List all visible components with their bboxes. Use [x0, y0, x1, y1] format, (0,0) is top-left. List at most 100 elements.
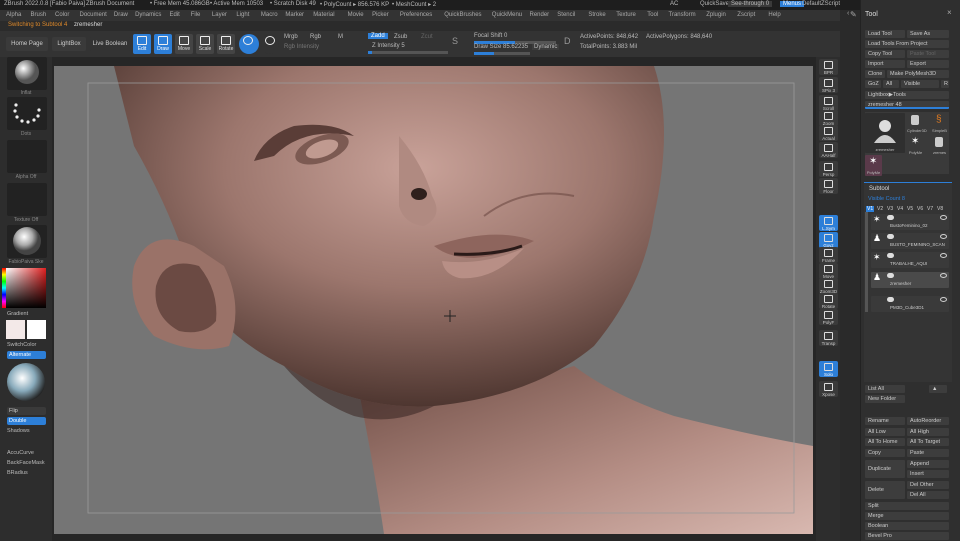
subtool-toggle[interactable] [887, 297, 894, 302]
eye-icon[interactable] [940, 234, 947, 239]
sculptris-pro-button[interactable] [239, 34, 259, 54]
shelf-bpr-button[interactable]: BPR [819, 59, 838, 75]
shelf-gxyz-button[interactable]: Gxyz [819, 232, 838, 248]
shelf-l-sym-button[interactable]: L.Sym [819, 215, 838, 231]
tool-thumb-1[interactable]: Cylinder3D [907, 113, 927, 134]
menu-draw[interactable]: Draw [114, 12, 128, 18]
menu-brush[interactable]: Brush [31, 12, 47, 18]
brush-thumbnail[interactable] [7, 57, 47, 90]
menu-layer[interactable]: Layer [212, 12, 227, 18]
draw-size-slider[interactable]: Draw Size 85.62235 [474, 44, 528, 50]
menu-dynamics[interactable]: Dynamics [135, 12, 161, 18]
copy-subtool-button[interactable]: Copy [865, 449, 905, 457]
tool-thumb-4[interactable]: zremes [931, 135, 948, 156]
goz-r-button[interactable]: R [941, 80, 949, 88]
shelf-actual-button[interactable]: Actual [819, 125, 838, 141]
menu-movie[interactable]: Movie [348, 12, 364, 18]
quicksave-button[interactable]: QuickSave [700, 1, 729, 7]
subtool-toggle[interactable] [887, 215, 894, 220]
menu-quickmenu[interactable]: QuickMenu [492, 12, 522, 18]
version-v6-button[interactable]: V6 [916, 206, 924, 212]
flip-button[interactable]: Flip [7, 407, 46, 415]
menu-tool[interactable]: Tool [647, 12, 658, 18]
menu-file[interactable]: File [191, 12, 201, 18]
rotate-button[interactable]: Rotate [217, 34, 235, 54]
shelf-transp-button[interactable]: Transp [819, 330, 838, 346]
shelf-floor-button[interactable]: Floor [819, 178, 838, 194]
menu-alpha[interactable]: Alpha [6, 12, 21, 18]
shelf-frame-button[interactable]: Frame [819, 247, 838, 263]
import-button[interactable]: Import [865, 60, 905, 68]
version-v8-button[interactable]: V8 [936, 206, 944, 212]
menu-transform[interactable]: Transform [669, 12, 696, 18]
visible-count-slider[interactable]: Visible Count 8 [865, 195, 949, 203]
shelf-zoom-button[interactable]: Zoom [819, 110, 838, 126]
rename-button[interactable]: Rename [865, 417, 905, 425]
tool-thumb-5[interactable]: ✶ PolyMe [865, 155, 882, 176]
menu-help[interactable]: Help [768, 12, 780, 18]
version-v2-button[interactable]: V2 [876, 206, 884, 212]
scale-button[interactable]: Scale [196, 34, 214, 54]
paste-tool-button[interactable]: Paste Tool [907, 50, 949, 58]
all-to-home-button[interactable]: All To Home [865, 438, 905, 446]
zcut-button[interactable]: Zcut [421, 34, 433, 40]
menu-zscript[interactable]: Zscript [737, 12, 755, 18]
all-low-button[interactable]: All Low [865, 428, 905, 436]
menu-picker[interactable]: Picker [372, 12, 389, 18]
color-picker[interactable] [6, 268, 46, 308]
rgb-intensity-slider[interactable]: Rgb Intensity [284, 44, 319, 50]
z-intensity-track[interactable] [368, 51, 448, 54]
goz-button[interactable]: GoZ [865, 80, 881, 88]
split-button[interactable]: Split [865, 502, 949, 510]
secondary-color-swatch[interactable] [27, 320, 46, 339]
list-all-button[interactable]: List All [865, 385, 905, 393]
load-tools-from-project-button[interactable]: Load Tools From Project [865, 40, 949, 48]
double-button[interactable]: Double [7, 417, 46, 425]
del-other-button[interactable]: Del Other [907, 481, 949, 489]
menu-macro[interactable]: Macro [261, 12, 278, 18]
all-to-target-button[interactable]: All To Target [907, 438, 949, 446]
menu-render[interactable]: Render [530, 12, 550, 18]
document-viewport[interactable] [54, 66, 813, 534]
menus-button[interactable]: Menus [780, 1, 805, 7]
hue-strip[interactable] [2, 268, 6, 308]
draw-size-track[interactable] [474, 52, 530, 55]
subtool-toggle[interactable] [887, 273, 894, 278]
shelf-rotate-button[interactable]: Rotate [819, 293, 838, 309]
dynamic-button[interactable]: Dynamic [532, 44, 560, 50]
menu-stencil[interactable]: Stencil [557, 12, 575, 18]
delete-button[interactable]: Delete [865, 481, 905, 499]
eye-icon[interactable] [940, 253, 947, 258]
menu-preferences[interactable]: Preferences [400, 12, 432, 18]
zsub-button[interactable]: Zsub [394, 34, 407, 40]
shelf-zoom3d-button[interactable]: Zoom3D [819, 278, 838, 294]
lightbox-button[interactable]: LightBox [52, 37, 86, 51]
dynamesh-d-icon[interactable]: D [564, 36, 571, 46]
shelf-move-button[interactable]: Move [819, 263, 838, 279]
clone-button[interactable]: Clone [865, 70, 885, 78]
move-button[interactable]: Move [175, 34, 193, 54]
current-tool-thumbnail[interactable]: zremesher [865, 113, 905, 153]
make-polymesh3d-button[interactable]: Make PolyMesh3D [887, 70, 949, 78]
append-button[interactable]: Append [907, 460, 949, 468]
subtool-toggle[interactable] [887, 253, 894, 258]
tool-thumb-3[interactable]: ✶ PolyMe [907, 135, 924, 156]
arrow-up-icon[interactable]: ▲ [929, 385, 947, 393]
eye-icon[interactable] [940, 297, 947, 302]
shelf-xpose-button[interactable]: Xpose [819, 381, 838, 397]
m-button[interactable]: M [338, 34, 343, 40]
shelf-spix-3-button[interactable]: SPix 3 [819, 77, 838, 93]
version-v4-button[interactable]: V4 [896, 206, 904, 212]
duplicate-button[interactable]: Duplicate [865, 460, 905, 478]
accucurve-button[interactable]: AccuCurve [7, 450, 34, 456]
menu-marker[interactable]: Marker [285, 12, 304, 18]
focal-shift-slider[interactable]: Focal Shift 0 [474, 33, 507, 39]
subtool-toggle[interactable] [887, 234, 894, 239]
goz-all-button[interactable]: All [883, 80, 899, 88]
save-as-button[interactable]: Save As [907, 30, 949, 38]
menu-quickbrushes[interactable]: QuickBrushes [444, 12, 481, 18]
boolean-button[interactable]: Boolean [865, 522, 949, 530]
zremesher-tool-slider[interactable]: zremesher 48 [865, 101, 949, 109]
gizmo-button[interactable] [261, 34, 279, 54]
export-button[interactable]: Export [907, 60, 949, 68]
